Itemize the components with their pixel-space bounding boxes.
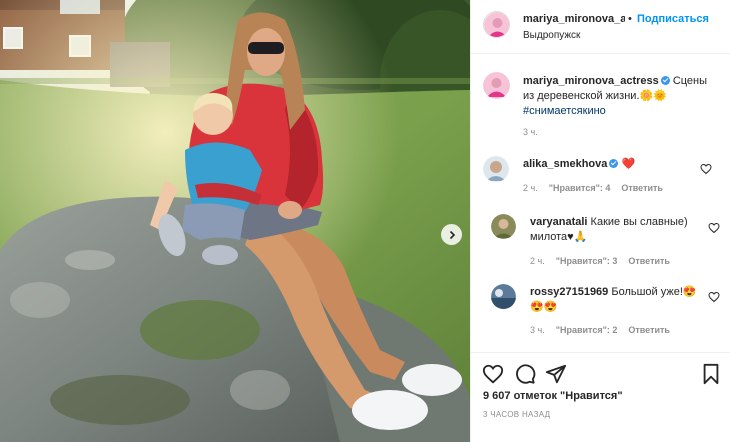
reply-button[interactable]: Ответить bbox=[621, 183, 663, 193]
next-photo-button[interactable] bbox=[441, 224, 462, 245]
bookmark-icon[interactable] bbox=[700, 363, 722, 385]
post-actions: 9 607 отметок "Нравится" 3 ЧАСОВ НАЗАД bbox=[471, 352, 730, 442]
author-username[interactable]: mariya_mironova_a bbox=[523, 13, 625, 25]
comment-row: varyanatali Какие вы славные) милота♥🙏 bbox=[530, 215, 700, 245]
reply-button[interactable]: Ответить bbox=[628, 256, 670, 266]
caption-avatar[interactable] bbox=[483, 72, 510, 99]
comment-emoji: ❤️ bbox=[621, 158, 636, 170]
next-arrow-icon bbox=[449, 230, 455, 239]
post-side-panel: mariya_mironova_a • Подписаться Выдропуж… bbox=[470, 0, 730, 442]
separator-dot: • bbox=[628, 13, 632, 25]
share-icon[interactable] bbox=[545, 363, 567, 385]
comment-icon[interactable] bbox=[514, 363, 536, 385]
caption-time[interactable]: 3 ч. bbox=[523, 127, 538, 137]
verified-icon bbox=[660, 76, 670, 85]
post-header: mariya_mironova_a • Подписаться Выдропуж… bbox=[471, 0, 730, 54]
comment-meta: 2 ч. "Нравится": 4 Ответить bbox=[523, 183, 674, 193]
comment-emoji: 🙏 bbox=[573, 231, 588, 243]
follow-button[interactable]: Подписаться bbox=[637, 13, 709, 25]
heart-icon[interactable] bbox=[482, 363, 504, 385]
comment-row: rossy27151969 Большой уже!😍 😍😍 bbox=[530, 285, 700, 315]
caption-emoji: 🌼🌞 bbox=[639, 90, 667, 102]
caption-username[interactable]: mariya_mironova_actress bbox=[523, 75, 659, 87]
comment-text: Большой уже! bbox=[611, 286, 683, 298]
comment-avatar[interactable] bbox=[491, 284, 516, 309]
photo-image bbox=[0, 0, 470, 442]
post-timestamp[interactable]: 3 ЧАСОВ НАЗАД bbox=[483, 410, 550, 419]
comment-likes[interactable]: "Нравится": 3 bbox=[556, 256, 618, 266]
post-caption: mariya_mironova_actress Сцены из деревен… bbox=[523, 74, 718, 119]
comment-emoji-line: 😍😍 bbox=[530, 301, 558, 313]
comment-likes[interactable]: "Нравится": 2 bbox=[556, 325, 618, 335]
reply-button[interactable]: Ответить bbox=[628, 325, 670, 335]
comment-time[interactable]: 2 ч. bbox=[523, 183, 538, 193]
comment-username[interactable]: alika_smekhova bbox=[523, 158, 607, 170]
comment-row: alika_smekhova ❤️ bbox=[523, 157, 730, 172]
author-avatar[interactable] bbox=[483, 11, 510, 38]
comment-emoji: 😍 bbox=[682, 286, 697, 298]
comment-time[interactable]: 2 ч. bbox=[530, 256, 545, 266]
comment-username[interactable]: varyanatali bbox=[530, 216, 587, 228]
post-location[interactable]: Выдропужск bbox=[523, 30, 580, 41]
comment-meta: 2 ч. "Нравится": 3 Ответить bbox=[530, 256, 681, 266]
comment-avatar[interactable] bbox=[483, 156, 509, 182]
comment-like-heart-icon[interactable] bbox=[708, 291, 720, 303]
verified-icon bbox=[609, 159, 619, 168]
caption-hashtag[interactable]: #снимаетсякино bbox=[523, 105, 606, 117]
comment-like-heart-icon[interactable] bbox=[708, 222, 720, 234]
comment-likes[interactable]: "Нравится": 4 bbox=[549, 183, 611, 193]
comment-time[interactable]: 3 ч. bbox=[530, 325, 545, 335]
comment-avatar[interactable] bbox=[491, 214, 516, 239]
post-photo bbox=[0, 0, 470, 442]
comment-like-heart-icon[interactable] bbox=[700, 163, 712, 175]
comment-username[interactable]: rossy27151969 bbox=[530, 286, 608, 298]
comment-meta: 3 ч. "Нравится": 2 Ответить bbox=[530, 325, 681, 335]
likes-count[interactable]: 9 607 отметок "Нравится" bbox=[483, 390, 623, 402]
